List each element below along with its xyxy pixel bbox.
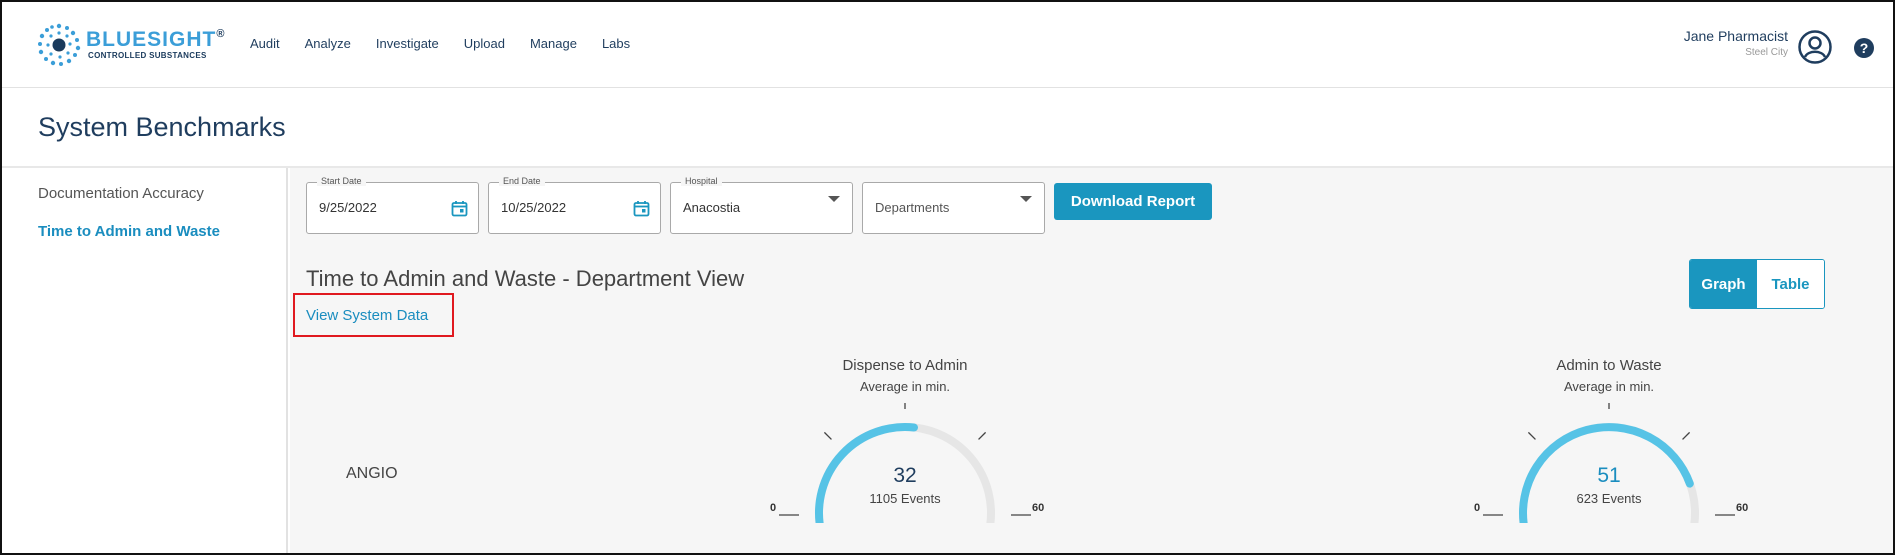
top-header: BLUESIGHT® CONTROLLED SUBSTANCES Audit A… — [2, 2, 1893, 88]
departments-placeholder: Departments — [875, 200, 950, 215]
gauge-min-label: 0 — [770, 502, 777, 514]
sidebar: Documentation Accuracy Time to Admin and… — [2, 168, 288, 553]
table-toggle-button[interactable]: Table — [1757, 260, 1824, 308]
user-name: Jane Pharmacist — [1683, 28, 1788, 44]
gauge-value: 51 — [1597, 464, 1621, 487]
gauge-min-label: 0 — [1474, 502, 1481, 514]
start-date-field[interactable]: Start Date 9/25/2022 — [306, 176, 479, 234]
hospital-select[interactable]: Hospital Anacostia — [670, 176, 853, 234]
gauge-tick — [823, 431, 832, 440]
gauge-tick — [978, 431, 987, 440]
chevron-down-icon — [828, 196, 840, 202]
hospital-label: Hospital — [681, 176, 722, 186]
gauge-subtitle: Average in min. — [859, 379, 951, 394]
page-title-bar: System Benchmarks — [2, 88, 1893, 168]
nav-labs[interactable]: Labs — [602, 36, 630, 51]
calendar-icon[interactable] — [633, 200, 650, 217]
nav-manage[interactable]: Manage — [530, 36, 577, 51]
hospital-value: Anacostia — [683, 200, 741, 215]
view-toggle: Graph Table — [1689, 259, 1825, 309]
logo-title: BLUESIGHT® — [86, 28, 226, 51]
download-report-button[interactable]: Download Report — [1054, 183, 1212, 220]
gauge-tick — [1682, 431, 1691, 440]
question-circle-icon[interactable]: ? — [1853, 37, 1875, 59]
gauge-subtitle: Average in min. — [1563, 379, 1655, 394]
bluesight-logo-icon — [38, 23, 81, 66]
end-date-field[interactable]: End Date 10/25/2022 — [488, 176, 661, 234]
user-location: Steel City — [1745, 47, 1788, 58]
user-info[interactable]: Jane Pharmacist Steel City — [1684, 28, 1788, 58]
end-date-label: End Date — [499, 176, 545, 186]
chevron-down-icon — [1020, 196, 1032, 202]
sidebar-item-documentation-accuracy[interactable]: Documentation Accuracy — [38, 185, 204, 202]
logo-subtitle: CONTROLLED SUBSTANCES — [88, 51, 207, 60]
view-system-data-link[interactable]: View System Data — [306, 307, 428, 324]
gauge-tick — [1527, 431, 1536, 440]
nav-investigate[interactable]: Investigate — [376, 36, 439, 51]
gauge-max-label: 60 — [1032, 502, 1045, 514]
sidebar-item-time-to-admin-and-waste[interactable]: Time to Admin and Waste — [38, 223, 220, 240]
gauge-events: 1105 Events — [869, 491, 941, 506]
departments-select[interactable]: Departments — [862, 182, 1045, 234]
svg-text:?: ? — [1860, 40, 1869, 56]
app-window: BLUESIGHT® CONTROLLED SUBSTANCES Audit A… — [0, 0, 1895, 555]
graph-toggle-button[interactable]: Graph — [1690, 260, 1757, 308]
gauge-title: Admin to Waste — [1556, 357, 1662, 374]
gauge-header-admin-to-waste: Admin to Waste Average in min. — [1479, 357, 1739, 394]
calendar-icon[interactable] — [451, 200, 468, 217]
nav-analyze[interactable]: Analyze — [305, 36, 351, 51]
start-date-value: 9/25/2022 — [319, 200, 377, 215]
start-date-label: Start Date — [317, 176, 366, 186]
gauge-value: 32 — [893, 464, 917, 487]
gauge-header-dispense-to-admin: Dispense to Admin Average in min. — [775, 357, 1035, 394]
user-circle-icon[interactable] — [1798, 30, 1832, 64]
section-title: Time to Admin and Waste - Department Vie… — [306, 266, 745, 291]
page-title: System Benchmarks — [38, 112, 286, 142]
main-nav: Audit Analyze Investigate Upload Manage … — [250, 36, 655, 51]
nav-upload[interactable]: Upload — [464, 36, 505, 51]
nav-audit[interactable]: Audit — [250, 36, 280, 51]
end-date-value: 10/25/2022 — [501, 200, 567, 215]
gauge-events: 623 Events — [1576, 491, 1642, 506]
department-label: ANGIO — [346, 465, 398, 482]
bluesight-logo[interactable]: BLUESIGHT® CONTROLLED SUBSTANCES — [36, 22, 226, 68]
main-content: Start Date 9/25/2022 End Date 10/25/2022 — [290, 168, 1893, 553]
gauge-title: Dispense to Admin — [842, 357, 968, 374]
gauge-max-label: 60 — [1736, 502, 1749, 514]
